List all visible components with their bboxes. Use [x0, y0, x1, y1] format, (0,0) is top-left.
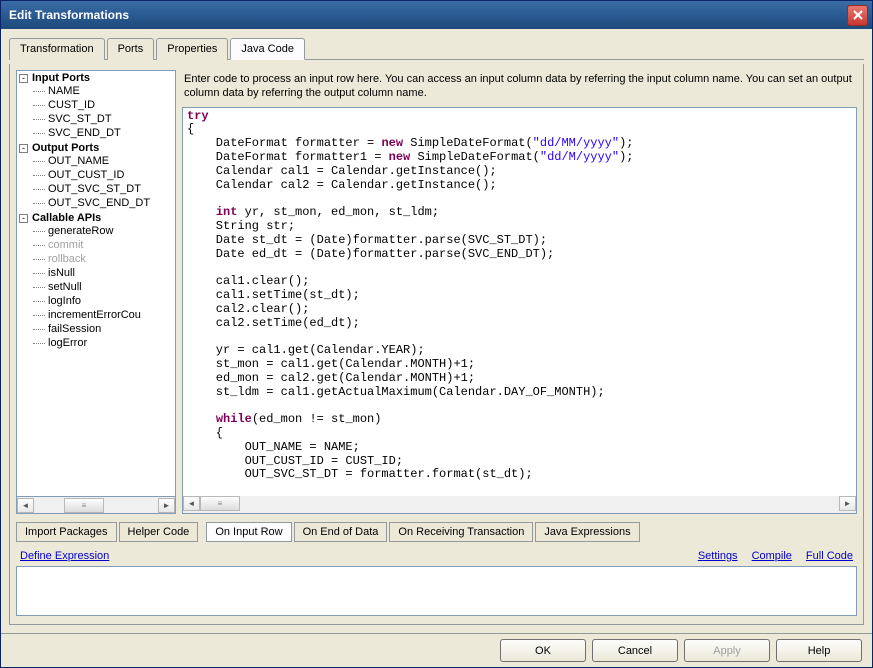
tree-item[interactable]: OUT_SVC_ST_DT — [33, 182, 175, 196]
collapse-icon[interactable]: - — [19, 214, 28, 223]
compile-link[interactable]: Compile — [752, 550, 792, 562]
tree-item[interactable]: isNull — [33, 266, 175, 280]
tab-java-expressions[interactable]: Java Expressions — [535, 522, 639, 542]
tree-item[interactable]: failSession — [33, 322, 175, 336]
tree-item[interactable]: logError — [33, 336, 175, 350]
right-links: Settings Compile Full Code — [698, 550, 853, 562]
help-button[interactable]: Help — [776, 639, 862, 662]
tree-item[interactable]: logInfo — [33, 294, 175, 308]
tree-item[interactable]: setNull — [33, 280, 175, 294]
tab-on-input-row[interactable]: On Input Row — [206, 522, 291, 542]
tab-java-code[interactable]: Java Code — [230, 38, 305, 60]
scroll-left-button[interactable]: ◄ — [17, 498, 34, 513]
top-tabs: Transformation Ports Properties Java Cod… — [9, 37, 864, 60]
tab-helper-code[interactable]: Helper Code — [119, 522, 199, 542]
instructions-text: Enter code to process an input row here.… — [182, 70, 857, 107]
tree-item[interactable]: commit — [33, 238, 175, 252]
scroll-thumb[interactable]: ≡ — [64, 498, 104, 513]
collapse-icon[interactable]: - — [19, 144, 28, 153]
tree-item[interactable]: CUST_ID — [33, 98, 175, 112]
tab-on-receiving-transaction[interactable]: On Receiving Transaction — [389, 522, 533, 542]
scroll-right-button[interactable]: ► — [158, 498, 175, 513]
define-expression-link[interactable]: Define Expression — [20, 550, 109, 562]
bottom-tabs-row1: Import Packages Helper Code On Input Row… — [16, 522, 857, 542]
output-area[interactable] — [16, 566, 857, 616]
tab-import-packages[interactable]: Import Packages — [16, 522, 117, 542]
apply-button[interactable]: Apply — [684, 639, 770, 662]
collapse-icon[interactable]: - — [19, 74, 28, 83]
footer-buttons: OK Cancel Apply Help — [1, 633, 872, 667]
tab-on-end-of-data[interactable]: On End of Data — [294, 522, 388, 542]
tab-transformation[interactable]: Transformation — [9, 38, 105, 60]
split-pane: -Input PortsNAMECUST_IDSVC_ST_DTSVC_END_… — [16, 70, 857, 514]
tree-item[interactable]: OUT_NAME — [33, 154, 175, 168]
dialog-window: Edit Transformations Transformation Port… — [0, 0, 873, 668]
close-icon — [853, 10, 863, 20]
content-area: Transformation Ports Properties Java Cod… — [1, 29, 872, 633]
tree-item[interactable]: OUT_CUST_ID — [33, 168, 175, 182]
tab-ports[interactable]: Ports — [107, 38, 155, 60]
tree-panel: -Input PortsNAMECUST_IDSVC_ST_DTSVC_END_… — [16, 70, 176, 514]
tree-group[interactable]: -Callable APIsgenerateRowcommitrollbacki… — [19, 211, 175, 351]
tree-hscrollbar[interactable]: ◄ ≡ ► — [16, 497, 176, 514]
scroll-right-button[interactable]: ► — [839, 496, 856, 511]
code-editor-wrap: try { DateFormat formatter = new SimpleD… — [182, 107, 857, 514]
full-code-link[interactable]: Full Code — [806, 550, 853, 562]
tree-view[interactable]: -Input PortsNAMECUST_IDSVC_ST_DTSVC_END_… — [16, 70, 176, 497]
tree-item[interactable]: NAME — [33, 84, 175, 98]
tree-item[interactable]: rollback — [33, 252, 175, 266]
titlebar: Edit Transformations — [1, 1, 872, 29]
tree-item[interactable]: SVC_END_DT — [33, 126, 175, 140]
window-title: Edit Transformations — [9, 8, 129, 22]
tree-item[interactable]: generateRow — [33, 224, 175, 238]
cancel-button[interactable]: Cancel — [592, 639, 678, 662]
close-button[interactable] — [847, 5, 868, 26]
main-pane: -Input PortsNAMECUST_IDSVC_ST_DTSVC_END_… — [9, 64, 864, 625]
scroll-thumb[interactable]: ≡ — [200, 496, 240, 511]
tree-group[interactable]: -Input PortsNAMECUST_IDSVC_ST_DTSVC_END_… — [19, 71, 175, 141]
tree-item[interactable]: SVC_ST_DT — [33, 112, 175, 126]
settings-link[interactable]: Settings — [698, 550, 738, 562]
tree-item[interactable]: incrementErrorCou — [33, 308, 175, 322]
scroll-left-button[interactable]: ◄ — [183, 496, 200, 511]
code-editor[interactable]: try { DateFormat formatter = new SimpleD… — [183, 108, 856, 496]
tab-properties[interactable]: Properties — [156, 38, 228, 60]
link-row: Define Expression Settings Compile Full … — [16, 542, 857, 566]
code-panel: Enter code to process an input row here.… — [182, 70, 857, 514]
tree-group[interactable]: -Output PortsOUT_NAMEOUT_CUST_IDOUT_SVC_… — [19, 141, 175, 211]
ok-button[interactable]: OK — [500, 639, 586, 662]
code-hscrollbar[interactable]: ◄ ≡ ► — [183, 496, 856, 513]
tree-item[interactable]: OUT_SVC_END_DT — [33, 196, 175, 210]
